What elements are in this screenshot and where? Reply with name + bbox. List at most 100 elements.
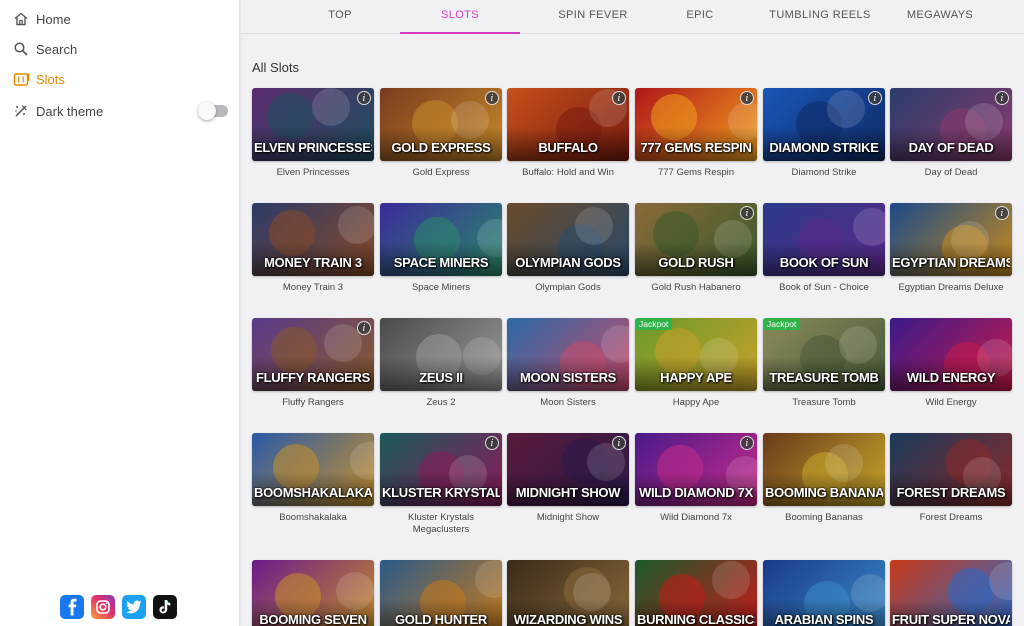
nav-home[interactable]: Home bbox=[0, 4, 239, 34]
game-thumbnail[interactable]: Moon Sisters bbox=[507, 318, 629, 391]
game-logo: Fluffy Rangers bbox=[255, 370, 370, 385]
jackpot-badge: Jackpot bbox=[635, 318, 673, 330]
slots-icon bbox=[12, 70, 30, 88]
game-thumbnail[interactable]: Zeus II bbox=[380, 318, 502, 391]
game-thumbnail[interactable]: 777 Gems Respin i bbox=[635, 88, 757, 161]
game-thumbnail[interactable]: Gold Rush i bbox=[635, 203, 757, 276]
dark-theme-toggle[interactable] bbox=[198, 102, 228, 120]
game-card[interactable]: Elven Princesses i Elven Princesses bbox=[252, 88, 374, 179]
game-name: Fluffy Rangers bbox=[282, 397, 344, 408]
game-card[interactable]: Midnight Show i Midnight Show bbox=[507, 433, 629, 524]
game-thumbnail[interactable]: Diamond Strike i bbox=[763, 88, 885, 161]
game-card[interactable]: Boomshakalaka Boomshakalaka bbox=[252, 433, 374, 524]
game-thumbnail[interactable]: Fluffy Rangers i bbox=[252, 318, 374, 391]
game-thumbnail[interactable]: Forest Dreams bbox=[890, 433, 1012, 506]
sidebar: Home Search Slots Dark theme bbox=[0, 0, 240, 626]
info-icon[interactable]: i bbox=[357, 321, 371, 335]
game-card[interactable]: Happy Ape Jackpot Happy Ape bbox=[635, 318, 757, 409]
game-thumbnail[interactable]: Gold Express i bbox=[380, 88, 502, 161]
tab-epic[interactable]: EPIC bbox=[640, 0, 760, 34]
game-card[interactable]: Wild Energy Wild Energy bbox=[890, 318, 1012, 409]
game-thumbnail[interactable]: Gold Hunter bbox=[380, 560, 502, 626]
game-card[interactable]: 777 Gems Respin i 777 Gems Respin bbox=[635, 88, 757, 179]
game-card[interactable]: Space Miners Space Miners bbox=[380, 203, 502, 294]
game-card[interactable]: Booming Bananas Booming Bananas bbox=[763, 433, 885, 524]
tiktok-icon[interactable] bbox=[153, 595, 177, 619]
game-name: Wild Diamond 7x bbox=[660, 512, 732, 523]
game-thumbnail[interactable]: Egyptian Dreams i bbox=[890, 203, 1012, 276]
info-icon[interactable]: i bbox=[612, 436, 626, 450]
game-thumbnail[interactable]: Wild Energy bbox=[890, 318, 1012, 391]
tab-tumbling-reels[interactable]: TUMBLING REELS bbox=[760, 0, 880, 34]
game-card[interactable]: Gold Hunter bbox=[380, 560, 502, 626]
info-icon[interactable]: i bbox=[868, 91, 882, 105]
tab-megaways[interactable]: MEGAWAYS bbox=[880, 0, 1000, 34]
nav-slots[interactable]: Slots bbox=[0, 64, 239, 94]
game-card[interactable]: Money Train 3 Money Train 3 bbox=[252, 203, 374, 294]
info-icon[interactable]: i bbox=[485, 436, 499, 450]
game-card[interactable]: Burning Classics bbox=[635, 560, 757, 626]
info-icon[interactable]: i bbox=[485, 91, 499, 105]
game-card[interactable]: Day of Dead i Day of Dead bbox=[890, 88, 1012, 179]
game-card[interactable]: Wild Diamond 7x i Wild Diamond 7x bbox=[635, 433, 757, 524]
game-card[interactable]: Book of Sun Book of Sun - Choice bbox=[763, 203, 885, 294]
tab-spin-fever[interactable]: SPIN FEVER bbox=[533, 0, 653, 34]
game-card[interactable]: Olympian Gods Olympian Gods bbox=[507, 203, 629, 294]
game-card[interactable]: Wizarding Wins bbox=[507, 560, 629, 626]
info-icon[interactable]: i bbox=[357, 91, 371, 105]
info-icon[interactable]: i bbox=[612, 91, 626, 105]
game-card[interactable]: Gold Express i Gold Express bbox=[380, 88, 502, 179]
game-thumbnail[interactable]: Boomshakalaka bbox=[252, 433, 374, 506]
game-card[interactable]: Booming Seven bbox=[252, 560, 374, 626]
game-thumbnail[interactable]: Happy Ape Jackpot bbox=[635, 318, 757, 391]
game-thumbnail[interactable]: Elven Princesses i bbox=[252, 88, 374, 161]
game-thumbnail[interactable]: Olympian Gods bbox=[507, 203, 629, 276]
game-thumbnail[interactable]: Space Miners bbox=[380, 203, 502, 276]
game-card[interactable]: Arabian Spins bbox=[763, 560, 885, 626]
nav-dark-theme[interactable]: Dark theme bbox=[0, 96, 239, 126]
game-card[interactable]: Buffalo i Buffalo: Hold and Win bbox=[507, 88, 629, 179]
game-card[interactable]: Egyptian Dreams i Egyptian Dreams Deluxe bbox=[890, 203, 1012, 294]
game-name: 777 Gems Respin bbox=[657, 167, 735, 178]
nav-search[interactable]: Search bbox=[0, 34, 239, 64]
facebook-icon[interactable] bbox=[60, 595, 84, 619]
game-card[interactable]: Treasure Tomb Jackpot Treasure Tomb bbox=[763, 318, 885, 409]
game-name: Space Miners bbox=[411, 282, 471, 293]
info-icon[interactable]: i bbox=[740, 436, 754, 450]
info-icon[interactable]: i bbox=[995, 206, 1009, 220]
game-thumbnail[interactable]: Treasure Tomb Jackpot bbox=[763, 318, 885, 391]
game-thumbnail[interactable]: Booming Seven bbox=[252, 560, 374, 626]
game-thumbnail[interactable]: Buffalo i bbox=[507, 88, 629, 161]
game-thumbnail[interactable]: Booming Bananas bbox=[763, 433, 885, 506]
game-logo: Happy Ape bbox=[660, 370, 732, 385]
game-card[interactable]: Fruit Super Nova 40 bbox=[890, 560, 1012, 626]
game-name: Day of Dead bbox=[924, 167, 978, 178]
game-thumbnail[interactable]: Midnight Show i bbox=[507, 433, 629, 506]
info-icon[interactable]: i bbox=[740, 206, 754, 220]
game-card[interactable]: Kluster Krystals i Kluster Krystals Megacl… bbox=[380, 433, 502, 536]
game-thumbnail[interactable]: Book of Sun bbox=[763, 203, 885, 276]
game-thumbnail[interactable]: Kluster Krystals i bbox=[380, 433, 502, 506]
instagram-icon[interactable] bbox=[91, 595, 115, 619]
game-thumbnail[interactable]: Day of Dead i bbox=[890, 88, 1012, 161]
game-thumbnail[interactable]: Fruit Super Nova 40 bbox=[890, 560, 1012, 626]
twitter-icon[interactable] bbox=[122, 595, 146, 619]
game-thumbnail[interactable]: Money Train 3 bbox=[252, 203, 374, 276]
category-tabs: TOP SLOTS SPIN FEVER EPIC TUMBLING REELS… bbox=[241, 0, 1024, 34]
info-icon[interactable]: i bbox=[740, 91, 754, 105]
game-logo: Space Miners bbox=[393, 255, 489, 270]
tab-top[interactable]: TOP bbox=[280, 0, 400, 34]
game-card[interactable]: Gold Rush i Gold Rush Habanero bbox=[635, 203, 757, 294]
tab-slots[interactable]: SLOTS bbox=[400, 0, 520, 34]
info-icon[interactable]: i bbox=[995, 91, 1009, 105]
game-thumbnail[interactable]: Wild Diamond 7x i bbox=[635, 433, 757, 506]
game-thumbnail[interactable]: Burning Classics bbox=[635, 560, 757, 626]
game-thumbnail[interactable]: Arabian Spins bbox=[763, 560, 885, 626]
game-name: Diamond Strike bbox=[791, 167, 857, 178]
game-card[interactable]: Forest Dreams Forest Dreams bbox=[890, 433, 1012, 524]
game-card[interactable]: Diamond Strike i Diamond Strike bbox=[763, 88, 885, 179]
game-thumbnail[interactable]: Wizarding Wins bbox=[507, 560, 629, 626]
game-card[interactable]: Zeus II Zeus 2 bbox=[380, 318, 502, 409]
game-card[interactable]: Fluffy Rangers i Fluffy Rangers bbox=[252, 318, 374, 409]
game-card[interactable]: Moon Sisters Moon Sisters bbox=[507, 318, 629, 409]
